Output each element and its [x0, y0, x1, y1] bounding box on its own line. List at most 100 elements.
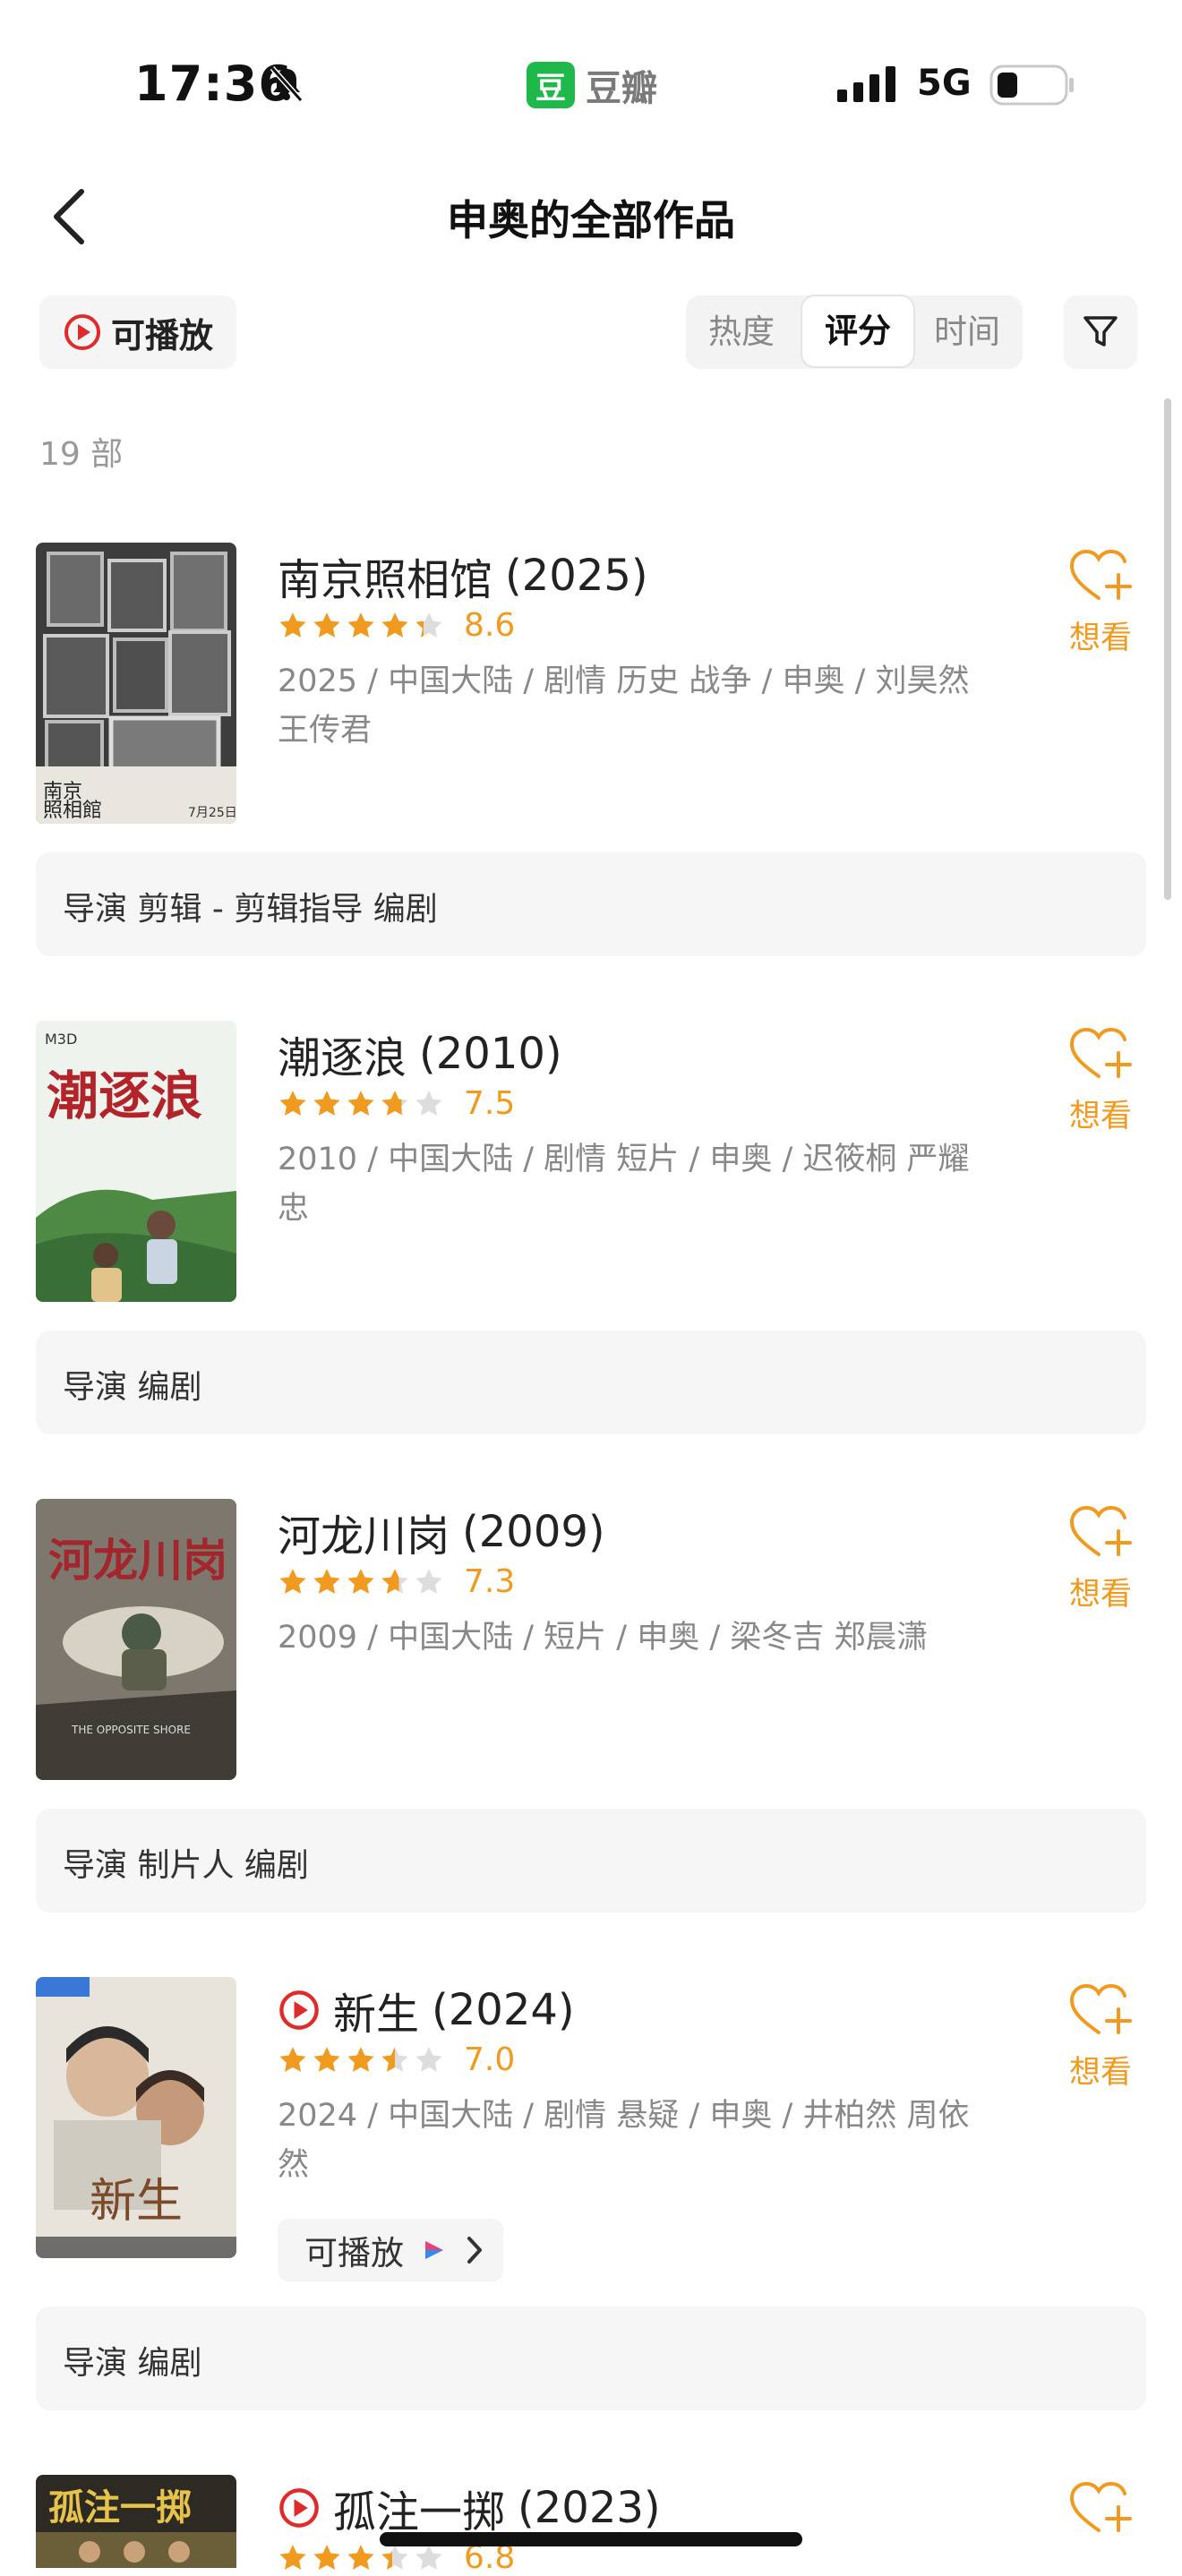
- movie-year: (2009): [462, 1507, 605, 1557]
- star-icon: [347, 1090, 374, 1116]
- star-icon: [347, 612, 374, 638]
- rating: 7.3: [278, 1563, 515, 1600]
- movie-title[interactable]: 河龙川岗 (2009): [278, 1501, 605, 1563]
- works-count: 19 部: [39, 436, 124, 473]
- heart-plus-icon: [1069, 1983, 1132, 2034]
- roles-panel: 导演 剪辑 - 剪辑指导 编剧: [36, 852, 1146, 956]
- movie-title[interactable]: 孤注一掷 (2023): [278, 2477, 661, 2539]
- network-type: 5G: [917, 63, 972, 104]
- home-indicator[interactable]: [380, 2532, 802, 2546]
- poster-image[interactable]: 南京 照相館 7月25日: [36, 543, 236, 824]
- brand-name: 豆瓣: [586, 68, 657, 109]
- roles-panel: 导演 制片人 编剧: [36, 1809, 1146, 1913]
- streaming-platform-icon: [425, 2241, 443, 2259]
- movie-title[interactable]: 新生 (2024): [278, 1979, 575, 2041]
- want-to-watch-label: 想看: [1068, 1577, 1132, 1613]
- poster-image[interactable]: M3D 潮逐浪: [36, 1021, 236, 1302]
- want-to-watch-button[interactable]: 想看: [1060, 1982, 1141, 2092]
- star-icon: [415, 612, 442, 638]
- star-icon: [381, 2544, 408, 2570]
- svg-text:7月25日: 7月25日: [188, 806, 236, 820]
- play-circle-icon: [279, 1990, 319, 2030]
- star-icon: [381, 612, 408, 638]
- movie-title-text: 潮逐浪: [278, 1033, 407, 1083]
- rating-score: 7.0: [464, 2041, 516, 2078]
- star-icon: [415, 2046, 442, 2072]
- star-icon: [279, 2544, 306, 2570]
- heart-plus-icon: [1069, 2481, 1132, 2532]
- sort-tab-rating[interactable]: 评分: [801, 295, 915, 368]
- sort-segmented-control: 热度 评分 时间: [686, 295, 1023, 369]
- rating: 7.5: [278, 1085, 515, 1122]
- movie-meta: 2025 / 中国大陆 / 剧情 历史 战争 / 申奥 / 刘昊然 王传君: [278, 663, 970, 749]
- want-to-watch-button[interactable]: 想看: [1060, 1504, 1141, 1614]
- playable-filter-button[interactable]: 可播放: [39, 295, 236, 369]
- want-to-watch-button[interactable]: [1060, 2480, 1141, 2541]
- svg-text:河龙川岗: 河龙川岗: [48, 1534, 227, 1587]
- roles-text: 导演 制片人 编剧: [63, 1847, 309, 1884]
- rating-stars: [278, 2543, 448, 2573]
- star-icon: [279, 2046, 306, 2072]
- scrollbar[interactable]: [1164, 398, 1171, 900]
- star-icon: [415, 1568, 442, 1594]
- movie-meta: 2024 / 中国大陆 / 剧情 悬疑 / 申奥 / 井柏然 周依然: [278, 2098, 970, 2183]
- star-icon: [313, 1568, 340, 1594]
- movie-title-text: 新生: [333, 1990, 420, 2040]
- star-icon: [313, 1090, 340, 1116]
- svg-text:THE OPPOSITE SHORE: THE OPPOSITE SHORE: [71, 1724, 191, 1736]
- playable-platform-button[interactable]: 可播放: [278, 2219, 503, 2281]
- playable-platform-label: 可播放: [304, 2234, 404, 2272]
- rating-score: 8.6: [464, 607, 516, 644]
- heart-plus-icon: [1069, 549, 1132, 600]
- want-to-watch-label: 想看: [1068, 1099, 1132, 1134]
- star-icon: [347, 2544, 374, 2570]
- chevron-right-icon: [467, 2237, 482, 2264]
- star-icon: [415, 2544, 442, 2570]
- status-bar: 17:36 豆 豆瓣 5G: [0, 0, 1182, 170]
- want-to-watch-button[interactable]: 想看: [1060, 1026, 1141, 1136]
- movie-year: (2010): [419, 1029, 562, 1079]
- movie-title[interactable]: 南京照相馆 (2025): [278, 544, 648, 607]
- poster-image[interactable]: 河龙川岗 THE OPPOSITE SHORE: [36, 1499, 236, 1780]
- svg-text:潮逐浪: 潮逐浪: [47, 1065, 202, 1126]
- star-icon: [347, 2046, 374, 2072]
- playable-filter-label: 可播放: [110, 315, 213, 355]
- cellular-signal-icon: [837, 66, 895, 102]
- page-title: 申奥的全部作品: [447, 196, 735, 244]
- roles-text: 导演 编剧: [63, 2345, 202, 2382]
- heart-plus-icon: [1069, 1027, 1132, 1078]
- star-icon: [415, 1090, 442, 1116]
- heart-plus-icon: [1069, 1505, 1132, 1556]
- svg-text:新生: 新生: [90, 2175, 183, 2229]
- movie-title-text: 孤注一掷: [333, 2487, 506, 2537]
- star-icon: [313, 612, 340, 638]
- rating: 8.6: [278, 607, 515, 644]
- filter-button[interactable]: [1064, 295, 1137, 369]
- roles-panel: 导演 编剧: [36, 2306, 1146, 2410]
- poster-image[interactable]: 孤注一掷: [36, 2475, 236, 2568]
- roles-panel: 导演 编剧: [36, 1331, 1146, 1434]
- star-icon: [313, 2544, 340, 2570]
- want-to-watch-button[interactable]: 想看: [1060, 548, 1141, 658]
- movie-year: (2023): [518, 2483, 661, 2533]
- rating-stars: [278, 1089, 448, 1119]
- movie-title[interactable]: 潮逐浪 (2010): [278, 1023, 562, 1085]
- star-icon: [279, 1090, 306, 1116]
- movie-title-text: 河龙川岗: [278, 1511, 450, 1562]
- rating-stars: [278, 2045, 448, 2075]
- bell-muted-icon: [270, 66, 304, 102]
- douban-logo: 豆: [527, 62, 575, 108]
- svg-text:M3D: M3D: [45, 1031, 77, 1048]
- poster-image[interactable]: 新生: [36, 1977, 236, 2258]
- battery-icon: [989, 64, 1074, 106]
- want-to-watch-label: 想看: [1068, 620, 1132, 656]
- rating-score: 7.3: [464, 1563, 516, 1600]
- sort-tab-time[interactable]: 时间: [912, 295, 1023, 369]
- rating: 7.0: [278, 2041, 515, 2078]
- movie-title-text: 南京照相馆: [278, 555, 493, 605]
- movie-meta: 2009 / 中国大陆 / 短片 / 申奥 / 梁冬吉 郑晨潇: [278, 1620, 929, 1656]
- sort-tab-hot[interactable]: 热度: [686, 295, 797, 369]
- funnel-icon: [1084, 316, 1118, 347]
- rating-stars: [278, 611, 448, 641]
- roles-text: 导演 剪辑 - 剪辑指导 编剧: [63, 891, 438, 928]
